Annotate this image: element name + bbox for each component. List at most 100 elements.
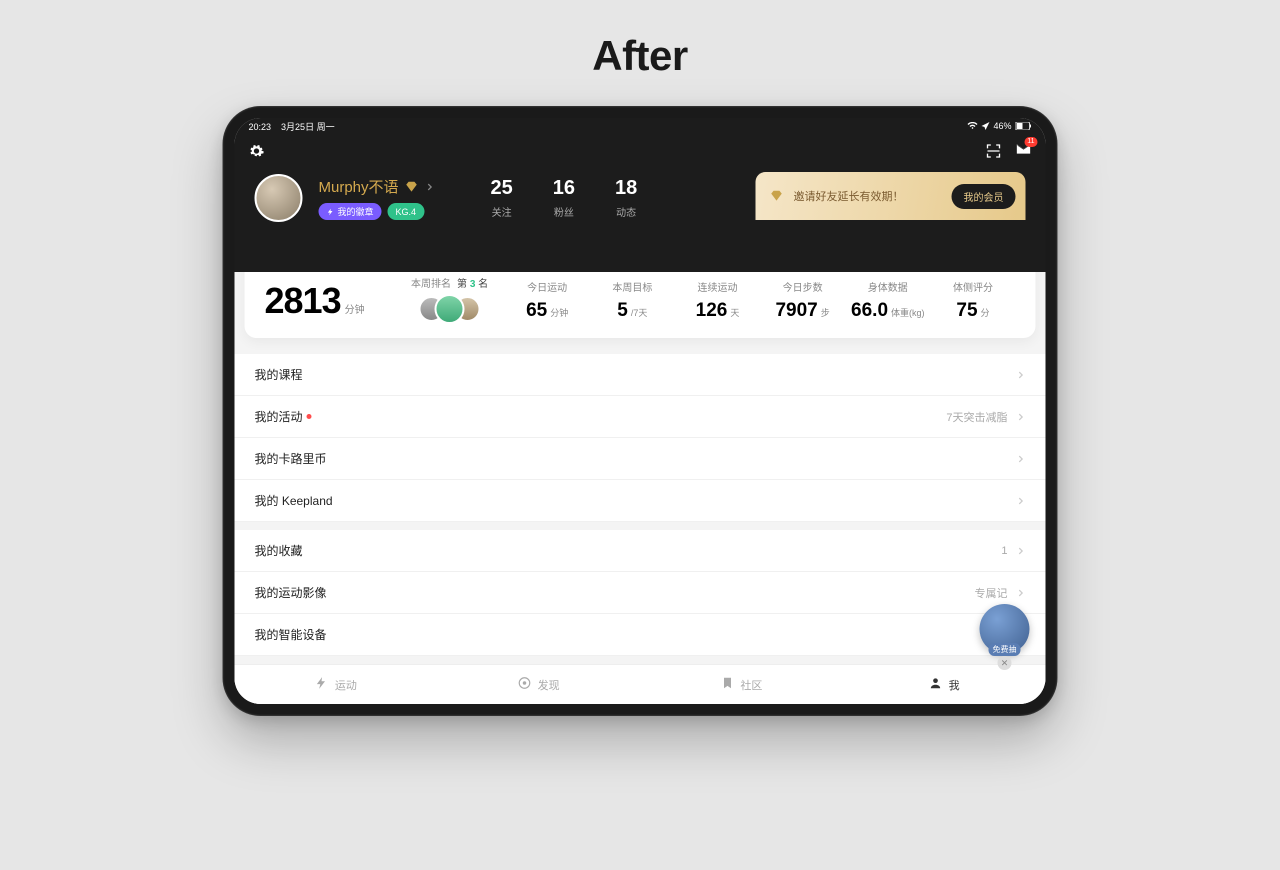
header: 11 Murphy不语 我的徽章 [235,134,1046,272]
tab-discover[interactable]: 发现 [437,665,640,704]
tab-community[interactable]: 社区 [640,665,843,704]
rank-col[interactable]: 本周排名 第 3 名 [395,275,505,322]
mail-button[interactable]: 11 [1016,141,1032,162]
stat-col[interactable]: 今日运动65分钟 [505,279,590,322]
posts-stat[interactable]: 18 动态 [615,177,637,219]
stat-value: 75 [956,300,977,322]
battery-icon [1016,122,1032,130]
tabbar: 运动 发现 社区 我 [235,664,1046,704]
statusbar-right: 46% [967,121,1031,131]
promo-label: 免费抽 [989,643,1021,656]
menu-title: 我的 Keepland [255,492,1016,509]
diamond-icon [405,180,419,194]
menu-title: 我的课程 [255,366,1016,383]
invite-text: 邀请好友延长有效期！ [794,188,942,204]
menu-item[interactable]: 我的收藏1 [235,522,1046,572]
level-badge[interactable]: KG.4 [388,203,425,220]
tab-label: 运动 [335,677,357,693]
menu-meta: 专属记 [975,585,1008,601]
menu-item[interactable]: 我的活动7天突击减脂 [235,396,1046,438]
tab-label: 发现 [538,677,560,693]
chevron-right-icon [1016,370,1026,380]
stat-unit: 体重(kg) [891,306,925,319]
tablet-frame: 20:23 3月25日 周一 46% 11 [223,106,1058,716]
wifi-icon [967,122,977,130]
profile-main: Murphy不语 我的徽章 KG.4 [319,176,435,220]
location-icon [981,122,989,130]
social-stats: 25 关注 16 粉丝 18 动态 [491,177,638,219]
toolbar: 11 [235,134,1046,162]
stat-label: 本周目标 [590,279,675,294]
tab-me[interactable]: 我 [843,665,1046,704]
menu-meta: 7天突击减脂 [946,409,1007,425]
stat-label: 今日步数 [760,279,845,294]
following-stat[interactable]: 25 关注 [491,177,513,219]
promo-floating-button[interactable]: 免费抽 ✕ [980,604,1030,654]
menu-item[interactable]: 我的课程 [235,346,1046,396]
tab-label: 我 [949,677,960,693]
scan-icon[interactable] [986,143,1002,159]
menu-item[interactable]: 我的运动影像专属记 [235,572,1046,614]
followers-value: 16 [553,177,575,200]
statusbar-left: 20:23 3月25日 周一 [249,120,335,133]
stat-cols: 今日运动65分钟本周目标 5/7天 连续运动 126天 今日步数7907步身体数据66.… [505,279,1016,322]
menu-title: 我的活动 [255,408,947,425]
stat-col[interactable]: 身体数据66.0体重(kg) [845,279,930,322]
posts-value: 18 [615,177,637,200]
status-date: 3月25日 周一 [281,122,335,132]
chevron-right-icon [1016,546,1026,556]
page-title: After [0,32,1280,80]
name-row[interactable]: Murphy不语 [319,176,435,197]
profile-row: Murphy不语 我的徽章 KG.4 25 [235,162,1046,222]
screen: 20:23 3月25日 周一 46% 11 [235,118,1046,704]
bolt-icon [327,208,335,216]
gear-icon[interactable] [249,143,265,159]
menu-item[interactable]: 我的 Keepland [235,480,1046,522]
chevron-right-icon [1016,588,1026,598]
followers-stat[interactable]: 16 粉丝 [553,177,575,219]
medal-badge[interactable]: 我的徽章 [319,203,382,220]
stat-col[interactable]: 本周目标 5/7天 [590,279,675,322]
menu-list[interactable]: 我的课程我的活动7天突击减脂我的卡路里币我的 Keepland我的收藏1我的运动… [235,346,1046,660]
rank-avatar-1 [435,294,465,324]
content: 我的数据 更多数据 2813 分钟 本周排名 [235,272,1046,704]
stat-label: 今日运动 [505,279,590,294]
stat-col[interactable]: 连续运动 126天 [675,279,760,322]
menu-item[interactable]: 我的卡路里币 [235,438,1046,480]
posts-label: 动态 [615,204,637,219]
stat-value: 66.0 [851,300,888,322]
menu-title: 我的收藏 [255,542,1002,559]
close-icon[interactable]: ✕ [998,656,1012,670]
stat-label: 连续运动 [675,279,760,294]
avatar[interactable] [255,174,303,222]
rank-label: 本周排名 第 3 名 [395,275,505,290]
menu-title: 我的智能设备 [255,626,1016,643]
tab-icon [720,676,734,693]
tab-icon [518,676,532,693]
following-label: 关注 [491,204,513,219]
rank-avatars [395,296,505,322]
stat-col[interactable]: 体侧评分75分 [930,279,1015,322]
mail-badge: 11 [1024,137,1037,147]
status-time: 20:23 [249,122,272,132]
following-value: 25 [491,177,513,200]
stat-unit: /7天 [631,306,648,319]
tab-workout[interactable]: 运动 [235,665,438,704]
badges-row: 我的徽章 KG.4 [319,203,435,220]
stats-grid: 2813 分钟 本周排名 第 3 名 [265,275,1016,322]
stat-col[interactable]: 今日步数7907步 [760,279,845,322]
stat-unit: 分钟 [550,306,568,319]
stats-card[interactable]: 我的数据 更多数据 2813 分钟 本周排名 [245,272,1036,338]
stat-unit: 分 [981,306,990,319]
diamond-icon [770,189,784,203]
membership-button[interactable]: 我的会员 [952,184,1016,209]
invite-card[interactable]: 邀请好友延长有效期！ 我的会员 [756,172,1026,220]
menu-item[interactable]: 我的智能设备 [235,614,1046,656]
stat-unit: 天 [730,306,739,319]
notification-dot [307,414,312,419]
tab-icon [929,676,943,693]
stat-value: 5 [617,300,628,322]
stat-value: 126 [696,300,728,322]
total-minutes-value: 2813 [265,280,341,322]
chevron-right-icon [425,182,435,192]
